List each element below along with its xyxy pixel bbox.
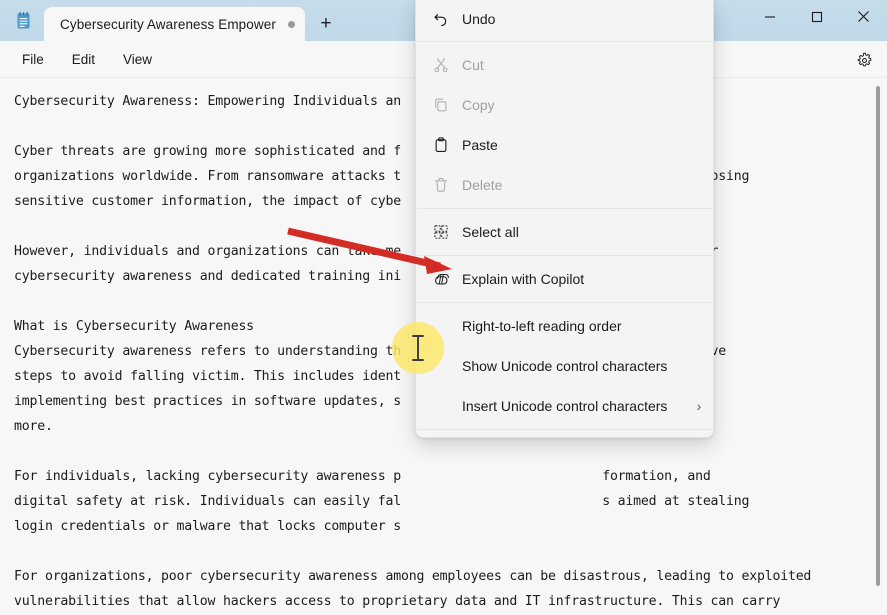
minimize-button[interactable] xyxy=(746,0,793,33)
notepad-icon xyxy=(6,0,40,41)
context-menu-label: Cut xyxy=(462,57,484,73)
tab-title: Cybersecurity Awareness Empower xyxy=(60,16,276,32)
context-menu-item-select-all[interactable]: Select all xyxy=(416,212,713,252)
vertical-scrollbar[interactable] xyxy=(873,84,883,608)
menubar-item-file[interactable]: File xyxy=(12,48,54,71)
menubar-item-edit[interactable]: Edit xyxy=(62,48,105,71)
chevron-right-icon: › xyxy=(696,398,702,414)
context-menu-label: Delete xyxy=(462,177,503,193)
select-all-icon xyxy=(432,222,462,242)
context-menu-label: Insert Unicode control characters xyxy=(462,398,668,414)
context-menu-item-explain-with-copilot[interactable]: Explain with Copilot xyxy=(416,259,713,299)
context-menu-label: Copy xyxy=(462,97,495,113)
document-paragraph: For organizations, poor cybersecurity aw… xyxy=(14,569,812,609)
menu-separator xyxy=(417,41,712,42)
tab-document[interactable]: Cybersecurity Awareness Empower xyxy=(44,7,305,41)
undo-icon xyxy=(432,9,462,29)
copilot-icon xyxy=(432,269,462,289)
context-menu-label: Undo xyxy=(462,11,496,27)
menubar-item-view[interactable]: View xyxy=(113,48,162,71)
paragraph-spacer xyxy=(14,539,861,564)
context-menu-label: Select all xyxy=(462,224,519,240)
gear-icon[interactable] xyxy=(853,49,875,71)
copy-icon xyxy=(432,95,462,115)
menu-separator xyxy=(417,208,712,209)
context-menu-item-copy: Copy xyxy=(416,85,713,125)
close-button[interactable] xyxy=(840,0,887,33)
window-controls xyxy=(746,0,887,33)
context-menu-item-insert-unicode-control-characters[interactable]: Insert Unicode control characters › xyxy=(416,386,713,426)
tab-strip: Cybersecurity Awareness Empower + xyxy=(0,0,345,41)
context-menu-label: Show Unicode control characters xyxy=(462,358,668,374)
clipboard-icon xyxy=(432,135,462,155)
new-tab-button[interactable]: + xyxy=(307,7,345,41)
maximize-button[interactable] xyxy=(793,0,840,33)
trash-icon xyxy=(432,175,462,195)
context-menu-label: Explain with Copilot xyxy=(462,271,585,287)
paragraph-spacer xyxy=(14,439,861,464)
scissors-icon xyxy=(432,55,462,75)
tab-modified-indicator xyxy=(287,20,295,28)
scrollbar-thumb[interactable] xyxy=(876,86,880,586)
menu-separator xyxy=(417,255,712,256)
menu-separator xyxy=(417,429,712,430)
context-menu-item-reconversion: Reconversion xyxy=(416,433,713,437)
context-menu-item-undo[interactable]: Undo xyxy=(416,0,713,38)
context-menu-item-cut: Cut xyxy=(416,45,713,85)
context-menu-item-paste[interactable]: Paste xyxy=(416,125,713,165)
context-menu-item-delete: Delete xyxy=(416,165,713,205)
context-menu-item-show-unicode-control-characters[interactable]: Show Unicode control characters xyxy=(416,346,713,386)
menu-separator xyxy=(417,302,712,303)
context-menu-label: Paste xyxy=(462,137,498,153)
context-menu-item-rtl-reading-order[interactable]: Right-to-left reading order xyxy=(416,306,713,346)
document-paragraph: For individuals, lacking cybersecurity a… xyxy=(14,469,750,534)
context-menu-label: Right-to-left reading order xyxy=(462,318,622,334)
context-menu: Undo Cut Copy Paste Delete Select all Ex… xyxy=(415,0,714,438)
cursor-highlight xyxy=(392,322,444,374)
notepad-window: Cybersecurity Awareness Empower + File E… xyxy=(0,0,887,615)
